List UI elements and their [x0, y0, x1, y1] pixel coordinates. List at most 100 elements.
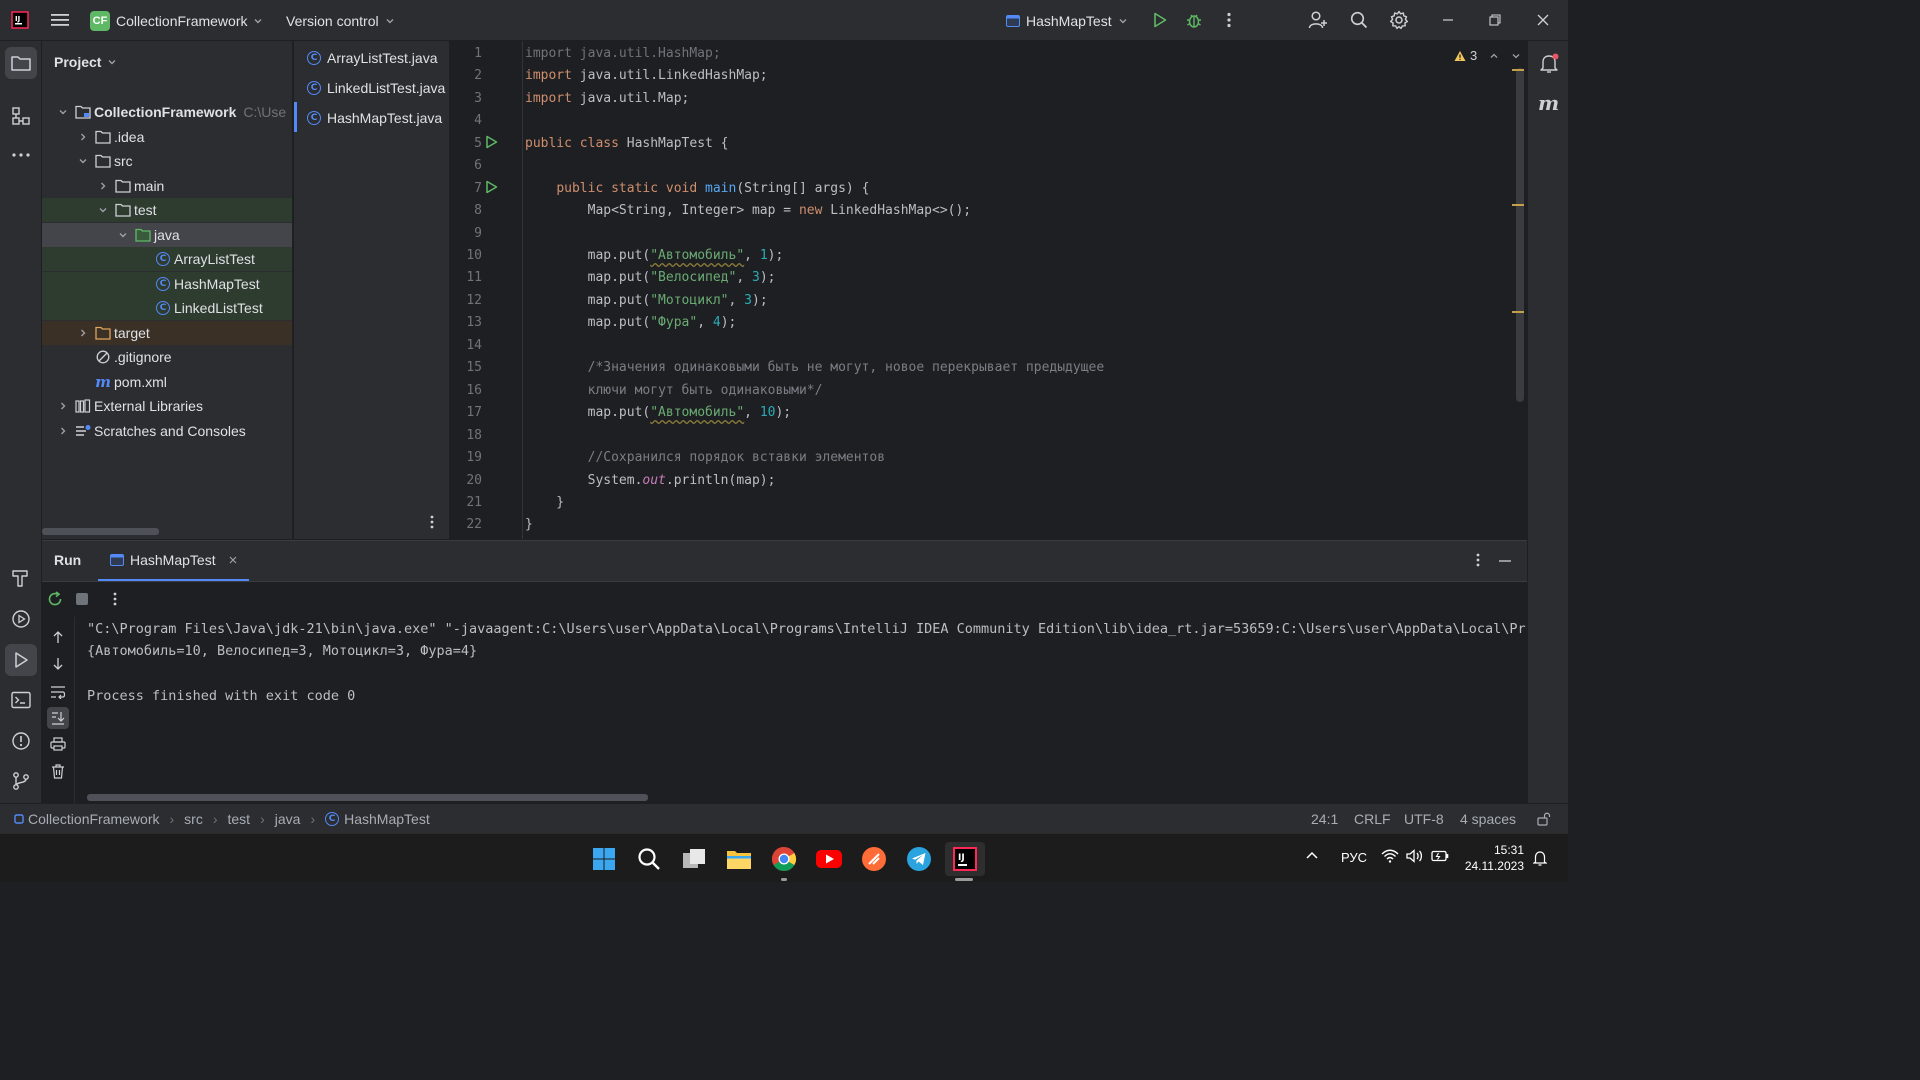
run-tool-button[interactable]	[5, 644, 37, 676]
open-file-item[interactable]: C ArrayListTest.java	[294, 43, 449, 73]
volume-icon[interactable]	[1406, 849, 1424, 863]
structure-icon[interactable]	[11, 106, 31, 126]
more-actions-icon[interactable]	[1216, 7, 1242, 33]
tree-item-linkedlisttest[interactable]: C LinkedListTest	[42, 296, 292, 320]
chevron-right-icon[interactable]	[55, 398, 71, 414]
stop-icon[interactable]	[76, 593, 88, 605]
inspection-widget[interactable]: 3	[1454, 48, 1521, 63]
file-encoding[interactable]: UTF-8	[1404, 804, 1444, 834]
settings-gear-icon[interactable]	[1386, 7, 1412, 33]
soft-wrap-icon[interactable]	[50, 685, 66, 699]
run-gutter-icon[interactable]	[485, 180, 498, 194]
git-branch-icon[interactable]	[11, 771, 31, 791]
hide-panel-icon[interactable]	[1498, 559, 1512, 563]
warning-stripe-marker[interactable]	[1512, 69, 1524, 71]
clock[interactable]: 15:31 24.11.2023	[1460, 842, 1524, 874]
warning-stripe-marker[interactable]	[1512, 311, 1524, 313]
chevron-right-icon[interactable]	[55, 423, 71, 439]
restore-icon[interactable]	[1482, 7, 1508, 33]
windows-start-icon[interactable]	[587, 842, 621, 876]
tree-item-external-libraries[interactable]: External Libraries	[42, 394, 292, 418]
main-menu-icon[interactable]	[47, 7, 73, 33]
unlock-icon[interactable]	[1537, 812, 1551, 826]
indent-setting[interactable]: 4 spaces	[1460, 804, 1516, 834]
tree-item-java[interactable]: java	[42, 223, 292, 247]
scroll-down-icon[interactable]	[51, 657, 65, 671]
youtube-icon[interactable]	[812, 842, 846, 876]
breadcrumb-item[interactable]: java	[275, 811, 301, 827]
chevron-down-icon[interactable]	[1511, 51, 1521, 61]
more-options-icon[interactable]	[430, 515, 434, 529]
tree-item-gitignore[interactable]: .gitignore	[42, 345, 292, 369]
close-tab-icon[interactable]	[228, 555, 238, 565]
breadcrumb-item[interactable]: HashMapTest	[344, 811, 430, 827]
notification-bell-icon[interactable]	[1533, 850, 1547, 866]
rerun-icon[interactable]	[47, 591, 63, 607]
vertical-scrollbar[interactable]	[1516, 68, 1524, 402]
chevron-down-icon[interactable]	[115, 227, 131, 243]
open-file-item[interactable]: C HashMapTest.java	[294, 103, 449, 133]
caret-position[interactable]: 24:1	[1311, 804, 1338, 834]
version-control-menu[interactable]: Version control	[286, 0, 395, 41]
chevron-right-icon[interactable]	[75, 129, 91, 145]
intellij-taskbar-icon[interactable]: IJ	[945, 842, 985, 876]
tree-item-idea[interactable]: .idea	[42, 125, 292, 149]
chevron-down-icon[interactable]	[75, 153, 91, 169]
maven-icon[interactable]: m	[1538, 91, 1559, 115]
build-hammer-icon[interactable]	[11, 568, 31, 588]
add-user-icon[interactable]	[1305, 7, 1331, 33]
tree-item-main[interactable]: main	[42, 174, 292, 198]
problems-icon[interactable]	[11, 731, 31, 751]
breadcrumb-item[interactable]: test	[228, 811, 251, 827]
telegram-icon[interactable]	[902, 842, 936, 876]
horizontal-scrollbar[interactable]	[42, 528, 159, 535]
horizontal-scrollbar[interactable]	[87, 794, 648, 801]
debug-button[interactable]	[1181, 7, 1207, 33]
chevron-up-icon[interactable]	[1489, 51, 1499, 61]
trash-icon[interactable]	[51, 764, 65, 779]
project-view-selector[interactable]: Project	[54, 51, 117, 73]
show-hidden-icons-chevron-up-icon[interactable]	[1305, 850, 1319, 860]
services-icon[interactable]	[11, 609, 31, 629]
run-config-selector[interactable]: HashMapTest	[1006, 0, 1128, 41]
code-editor[interactable]: 1 2 3 4 5 6 7 8 9 10 11 12 13 14 15 16 17 18 19 20 21 22 impo…	[450, 41, 1527, 539]
tree-item-pom-xml[interactable]: m pom.xml	[42, 370, 292, 394]
task-view-icon[interactable]	[677, 842, 711, 876]
search-icon[interactable]	[1346, 7, 1372, 33]
taskbar-search-icon[interactable]	[632, 842, 666, 876]
terminal-icon[interactable]	[11, 691, 31, 709]
print-icon[interactable]	[50, 737, 66, 751]
open-file-item[interactable]: C LinkedListTest.java	[294, 73, 449, 103]
project-switcher[interactable]: CF CollectionFramework	[90, 0, 263, 41]
minimize-icon[interactable]	[1435, 7, 1461, 33]
line-separator[interactable]: CRLF	[1354, 804, 1391, 834]
tree-item-hashmaptest[interactable]: C HashMapTest	[42, 272, 292, 296]
more-options-icon[interactable]	[113, 592, 117, 606]
file-explorer-icon[interactable]	[722, 842, 756, 876]
tree-item-target[interactable]: target	[42, 321, 292, 345]
notifications-bell-icon[interactable]	[1538, 52, 1560, 74]
chrome-icon[interactable]	[767, 842, 801, 876]
chevron-down-icon[interactable]	[95, 202, 111, 218]
wifi-icon[interactable]	[1381, 849, 1399, 863]
tree-item-test[interactable]: test	[42, 198, 292, 222]
tree-item-src[interactable]: src	[42, 149, 292, 173]
project-tool-button[interactable]	[5, 47, 37, 79]
more-tools-icon[interactable]	[11, 145, 31, 165]
breadcrumb-item[interactable]: src	[184, 811, 203, 827]
tree-item-arraylisttest[interactable]: C ArrayListTest	[42, 247, 292, 271]
intellij-logo-icon[interactable]: IJ	[7, 7, 33, 33]
close-icon[interactable]	[1530, 7, 1556, 33]
tree-item-collectionframework[interactable]: CollectionFramework C:\Use	[42, 100, 292, 124]
chevron-right-icon[interactable]	[75, 325, 91, 341]
postman-icon[interactable]	[857, 842, 891, 876]
scroll-up-icon[interactable]	[51, 630, 65, 644]
more-options-icon[interactable]	[1476, 553, 1480, 567]
chevron-down-icon[interactable]	[55, 104, 71, 120]
warning-stripe-marker[interactable]	[1512, 204, 1524, 206]
input-language[interactable]: РУС	[1341, 850, 1367, 865]
scroll-to-end-icon[interactable]	[47, 707, 69, 729]
run-button[interactable]	[1147, 7, 1173, 33]
breadcrumb-item[interactable]: CollectionFramework	[28, 811, 159, 827]
battery-icon[interactable]	[1431, 850, 1449, 862]
